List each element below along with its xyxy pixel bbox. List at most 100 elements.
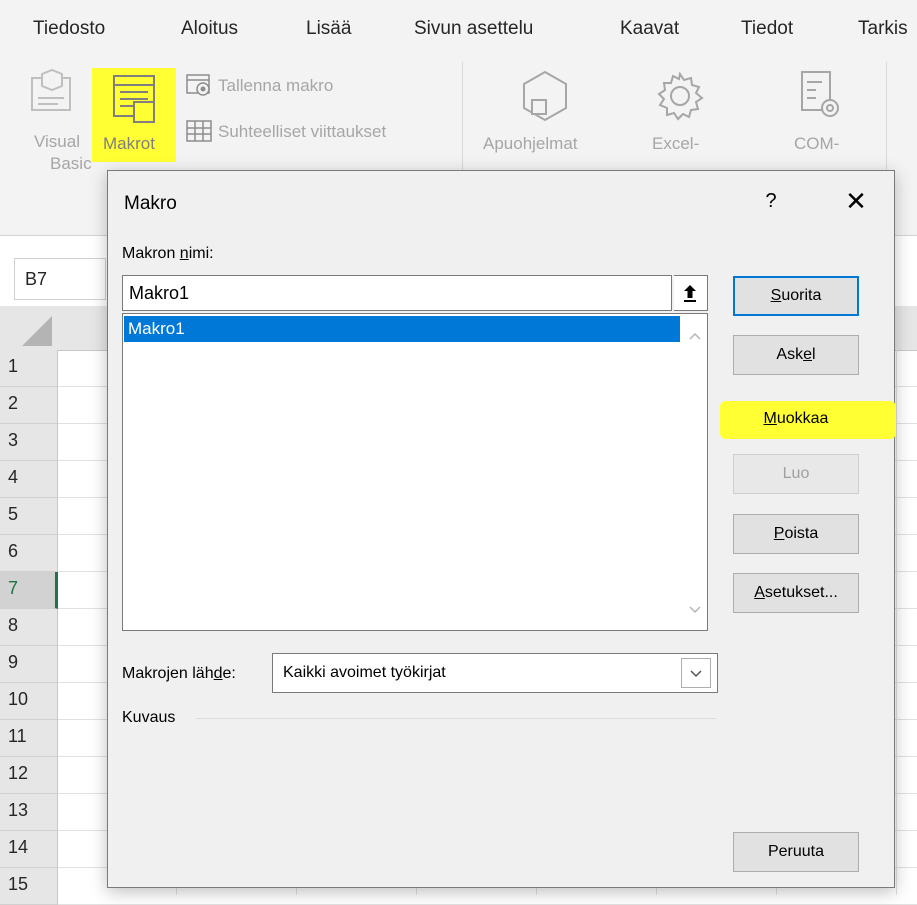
run-button[interactable]: Suorita	[733, 276, 859, 316]
macro-name-input[interactable]	[125, 278, 673, 308]
list-item-label: Makro1	[128, 319, 185, 338]
row-number: 10	[8, 689, 29, 709]
edit-accel: M	[763, 410, 777, 427]
list-item[interactable]: Makro1	[124, 316, 680, 342]
name-box[interactable]: B7	[14, 258, 106, 300]
row-header-5[interactable]: 5	[0, 498, 58, 535]
up-arrow-icon	[684, 285, 696, 302]
visual-basic-label[interactable]: Visual	[34, 132, 80, 152]
row-header-4[interactable]: 4	[0, 461, 58, 498]
row-header-11[interactable]: 11	[0, 720, 58, 757]
tab-formulas[interactable]: Kaavat	[620, 18, 679, 40]
row-header-15[interactable]: 15	[0, 868, 58, 905]
edit-button[interactable]: Muokkaa	[733, 399, 859, 439]
ribbon-tabs: Tiedosto Aloitus Lisää Sivun asettelu Ka…	[0, 0, 917, 50]
macro-dialog: Makro ? ✕ Makron nimi: Makro1 Suorita As…	[107, 170, 896, 888]
scroll-down-icon[interactable]	[687, 602, 703, 618]
tab-data[interactable]: Tiedot	[741, 18, 793, 40]
row-number: 3	[8, 430, 19, 450]
row-header-6[interactable]: 6	[0, 535, 58, 572]
row-header-3[interactable]: 3	[0, 424, 58, 461]
name-box-value: B7	[25, 269, 48, 289]
close-button[interactable]: ✕	[834, 183, 878, 219]
tab-file[interactable]: Tiedosto	[33, 18, 105, 40]
tab-page-layout[interactable]: Sivun asettelu	[414, 18, 533, 40]
run-accel: S	[770, 287, 782, 304]
row-header-12[interactable]: 12	[0, 757, 58, 794]
row-header-13[interactable]: 13	[0, 794, 58, 831]
cancel-button[interactable]: Peruuta	[733, 832, 859, 872]
row-number: 12	[8, 763, 29, 783]
record-macro-icon	[186, 74, 212, 98]
macros-in-accel: d	[213, 665, 223, 682]
row-number: 8	[8, 615, 19, 635]
description-label: Kuvaus	[122, 709, 176, 726]
options-button[interactable]: Asetukset...	[733, 573, 859, 613]
tab-review[interactable]: Tarkis	[858, 18, 908, 40]
row-number: 14	[8, 837, 29, 857]
delete-label: oista	[784, 525, 819, 542]
select-all-corner[interactable]	[0, 306, 59, 351]
row-number: 11	[8, 726, 27, 746]
record-macro-button[interactable]: Tallenna makro	[218, 76, 333, 96]
row-number: 9	[8, 652, 19, 672]
row-number: 1	[8, 356, 19, 376]
delete-button[interactable]: Poista	[733, 514, 859, 554]
gear-icon	[654, 70, 706, 122]
step-label: Ask	[776, 346, 804, 363]
row-number: 5	[8, 504, 19, 524]
step-label-rest: l	[812, 346, 816, 363]
visual-basic-icon	[28, 68, 76, 116]
dialog-title: Makro	[124, 193, 177, 214]
macros-in-label: Makrojen lähde:	[122, 665, 236, 683]
row-header-9[interactable]: 9	[0, 646, 58, 683]
visual-basic-label-2: Basic	[50, 154, 92, 173]
macros-in-value: Kaikki avoimet työkirjat	[283, 664, 446, 681]
macro-list[interactable]: Makro1	[122, 313, 708, 631]
relative-references-button[interactable]: Suhteelliset viittaukset	[218, 122, 386, 142]
row-header-2[interactable]: 2	[0, 387, 58, 424]
excel-addins-button[interactable]: Excel-	[652, 134, 699, 154]
chevron-down-icon[interactable]	[681, 658, 711, 688]
step-accel: e	[803, 346, 812, 363]
macros-in-label-rest: e:	[222, 665, 236, 682]
row-number: 2	[8, 393, 19, 413]
com-addins-button[interactable]: COM-	[794, 134, 839, 154]
options-label: setukset...	[764, 584, 838, 601]
column-gridline	[896, 350, 897, 895]
addins-button[interactable]: Apuohjelmat	[483, 134, 578, 154]
macros-icon	[110, 72, 158, 124]
run-label: uorita	[781, 287, 822, 304]
macro-name-label-rest: imi:	[188, 245, 214, 262]
create-button[interactable]: Luo	[733, 454, 859, 494]
row-number: 7	[8, 578, 19, 598]
row-number: 13	[8, 800, 29, 820]
row-number: 4	[8, 467, 19, 487]
macros-button[interactable]: Makrot	[103, 134, 155, 154]
macros-in-label-part: Makrojen läh	[122, 665, 214, 682]
row-header-14[interactable]: 14	[0, 831, 58, 868]
macros-in-select[interactable]: Kaikki avoimet työkirjat	[272, 653, 718, 693]
row-header-8[interactable]: 8	[0, 609, 58, 646]
description-divider	[196, 718, 716, 719]
step-into-button[interactable]: Askel	[733, 335, 859, 375]
macro-name-label-part: Makron	[122, 245, 180, 262]
delete-accel: P	[773, 525, 785, 542]
help-button[interactable]: ?	[756, 183, 786, 219]
options-accel: A	[754, 584, 765, 601]
macro-name-label-accel: n	[179, 245, 189, 262]
row-header-10[interactable]: 10	[0, 683, 58, 720]
row-number: 15	[8, 874, 29, 894]
row-number: 6	[8, 541, 19, 561]
com-addins-icon	[794, 70, 846, 122]
relative-references-icon	[186, 120, 212, 142]
tab-insert[interactable]: Lisää	[306, 18, 351, 40]
macro-name-label: Makron nimi:	[122, 245, 214, 263]
row-header-1[interactable]: 1	[0, 350, 58, 387]
scroll-up-icon[interactable]	[687, 328, 703, 344]
collapse-up-button[interactable]	[674, 275, 708, 311]
macro-name-field[interactable]	[122, 275, 673, 311]
tab-home[interactable]: Aloitus	[181, 18, 238, 40]
row-header-7[interactable]: 7	[0, 572, 58, 609]
addins-icon	[518, 68, 572, 124]
